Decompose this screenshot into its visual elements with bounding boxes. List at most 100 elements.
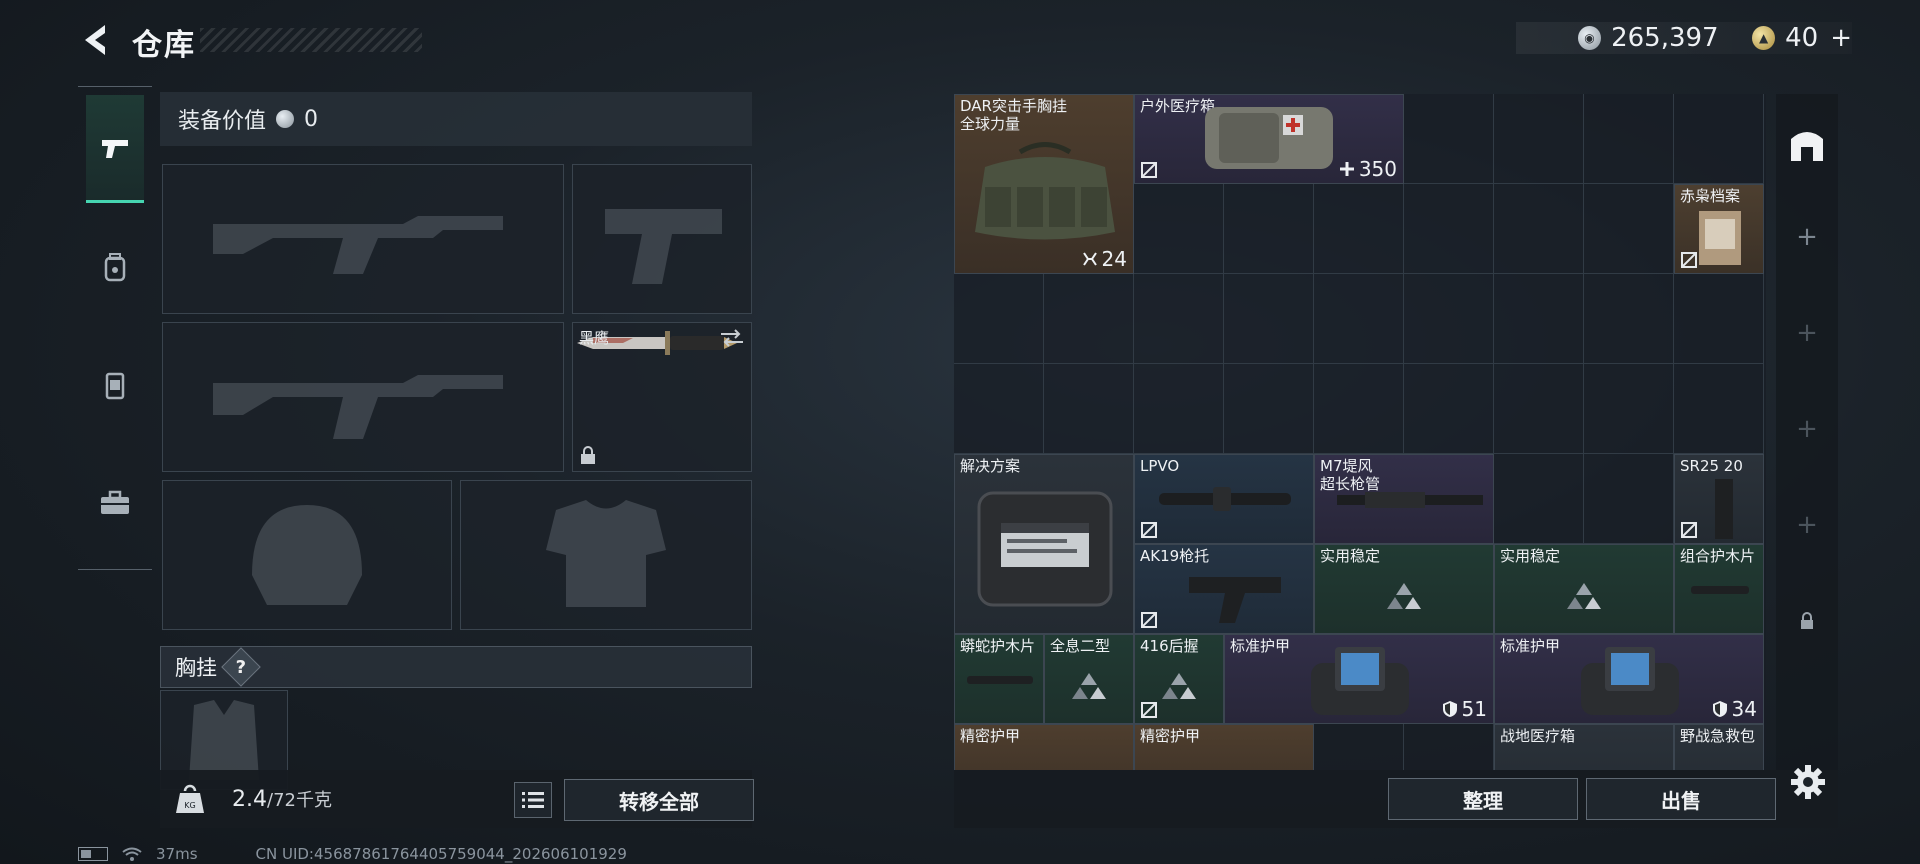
help-icon: ? xyxy=(235,656,247,678)
grid-cell[interactable] xyxy=(1314,274,1404,364)
grid-cell[interactable] xyxy=(1404,364,1494,454)
helmet-slot[interactable] xyxy=(162,480,452,630)
tab-stash-add-3[interactable]: + xyxy=(1776,398,1838,460)
transfer-all-button[interactable]: 转移全部 xyxy=(564,779,754,821)
armor-slot[interactable] xyxy=(460,480,752,630)
lock-icon xyxy=(581,446,595,464)
grid-cell[interactable] xyxy=(954,364,1044,454)
melee-slot[interactable]: 黑鹰 xyxy=(572,322,752,472)
grid-cell[interactable] xyxy=(1404,724,1494,770)
silver-coin-icon xyxy=(276,110,295,128)
grid-cell[interactable] xyxy=(1584,364,1674,454)
grid-cell[interactable] xyxy=(1494,274,1584,364)
item-name: 416后握 xyxy=(1140,637,1199,655)
tab-stash-add-1[interactable]: + xyxy=(1776,206,1838,268)
grid-cell[interactable] xyxy=(1404,94,1494,184)
grid-cell[interactable] xyxy=(1314,724,1404,770)
stash-item[interactable]: 精密护甲 xyxy=(954,724,1134,770)
weight-icon: KG xyxy=(166,775,214,823)
item-name: 精密护甲 xyxy=(1140,727,1201,745)
list-icon xyxy=(522,792,544,808)
grid-cell[interactable] xyxy=(1584,184,1674,274)
stash-item[interactable]: 野战急救包 xyxy=(1674,724,1764,770)
secondary-weapon-slot[interactable] xyxy=(162,322,564,472)
grid-cell[interactable] xyxy=(1404,184,1494,274)
list-view-button[interactable] xyxy=(514,782,552,818)
tab-stash-main[interactable] xyxy=(1776,114,1838,176)
tab-stash-locked[interactable] xyxy=(1776,590,1838,652)
grid-cell[interactable] xyxy=(1584,94,1674,184)
grid-cell[interactable] xyxy=(1224,184,1314,274)
tab-toolbox[interactable] xyxy=(86,449,144,557)
sort-button[interactable]: 整理 xyxy=(1388,778,1578,820)
back-button[interactable] xyxy=(78,20,114,60)
stash-item[interactable]: 解决方案 xyxy=(954,454,1134,634)
grid-cell[interactable] xyxy=(1044,364,1134,454)
grid-cell[interactable] xyxy=(1494,184,1584,274)
grid-cell[interactable] xyxy=(1584,274,1674,364)
grid-cell[interactable] xyxy=(1674,94,1764,184)
stash-item[interactable]: 户外医疗箱 350 xyxy=(1134,94,1404,184)
stash-item[interactable]: 标准护甲 51 xyxy=(1224,634,1494,724)
grid-cell[interactable] xyxy=(1674,364,1764,454)
rail-panel-icon xyxy=(1691,586,1749,594)
grid-cell[interactable] xyxy=(1674,274,1764,364)
tab-stash-add-4[interactable]: + xyxy=(1776,494,1838,556)
grid-cell[interactable] xyxy=(1494,94,1584,184)
grid-cell[interactable] xyxy=(1494,364,1584,454)
grid-cell[interactable] xyxy=(1224,274,1314,364)
stash-item[interactable]: 赤枭档案 xyxy=(1674,184,1764,274)
gold-balance: 40 xyxy=(1785,23,1819,53)
grid-cell[interactable] xyxy=(1134,274,1224,364)
grid-cell[interactable] xyxy=(1134,184,1224,274)
stash-item[interactable]: DAR突击手胸挂 全球力量 24 xyxy=(954,94,1134,274)
chest-rig-header: 胸挂 ? xyxy=(160,646,752,688)
stash-item[interactable]: AK19枪托 xyxy=(1134,544,1314,634)
plus-icon xyxy=(1339,162,1354,176)
sell-button[interactable]: 出售 xyxy=(1586,778,1776,820)
grid-cell[interactable] xyxy=(954,274,1044,364)
grid-cell[interactable] xyxy=(1584,454,1674,544)
tab-backpack[interactable] xyxy=(86,213,144,321)
stash-item[interactable]: 416后握 xyxy=(1134,634,1224,724)
item-subname: 全球力量 xyxy=(960,115,1021,133)
primary-weapon-slot[interactable] xyxy=(162,164,564,314)
grid-cell[interactable] xyxy=(1044,274,1134,364)
help-button[interactable]: ? xyxy=(221,647,261,687)
settings-button[interactable] xyxy=(1788,762,1828,802)
tab-weapons[interactable] xyxy=(86,95,144,203)
grid-cell[interactable] xyxy=(1224,364,1314,454)
item-name: 野战急救包 xyxy=(1680,727,1756,745)
add-gold-button[interactable]: + xyxy=(1830,23,1852,53)
grid-cell[interactable] xyxy=(1494,454,1584,544)
stash-icon xyxy=(1791,132,1823,161)
stash-item[interactable]: 精密护甲 xyxy=(1134,724,1314,770)
armor-bag-icon xyxy=(1311,647,1409,715)
stash-item[interactable]: 标准护甲 34 xyxy=(1494,634,1764,724)
lock-icon xyxy=(1801,612,1813,629)
vest-icon xyxy=(105,372,125,400)
grid-cell[interactable] xyxy=(1314,184,1404,274)
item-name: 解决方案 xyxy=(960,457,1021,475)
stash-item[interactable]: M7堤风 超长枪管 xyxy=(1314,454,1494,544)
item-name: 实用稳定 xyxy=(1320,547,1381,565)
tab-stash-add-2[interactable]: + xyxy=(1776,302,1838,364)
stash-item[interactable]: 全息二型 xyxy=(1044,634,1134,724)
stash-item[interactable]: 战地医疗箱 xyxy=(1494,724,1674,770)
med-kit-icon xyxy=(1205,107,1333,169)
swap-icon[interactable] xyxy=(719,327,745,349)
rifle-icon xyxy=(213,375,503,439)
stash-item[interactable]: 实用稳定 xyxy=(1494,544,1674,634)
grid-cell[interactable] xyxy=(1134,364,1224,454)
stash-item[interactable]: 实用稳定 xyxy=(1314,544,1494,634)
stash-item[interactable]: SR25 20 xyxy=(1674,454,1764,544)
stash-item[interactable]: LPVO xyxy=(1134,454,1314,544)
sidearm-slot[interactable] xyxy=(572,164,752,314)
grid-cell[interactable] xyxy=(1314,364,1404,454)
chest-rig-label: 胸挂 xyxy=(175,656,217,680)
tab-vest[interactable] xyxy=(86,331,144,439)
stash-item[interactable]: 组合护木片 xyxy=(1674,544,1764,634)
grid-cell[interactable] xyxy=(1404,274,1494,364)
item-name: 标准护甲 xyxy=(1500,637,1561,655)
stash-item[interactable]: 蟒蛇护木片 xyxy=(954,634,1044,724)
